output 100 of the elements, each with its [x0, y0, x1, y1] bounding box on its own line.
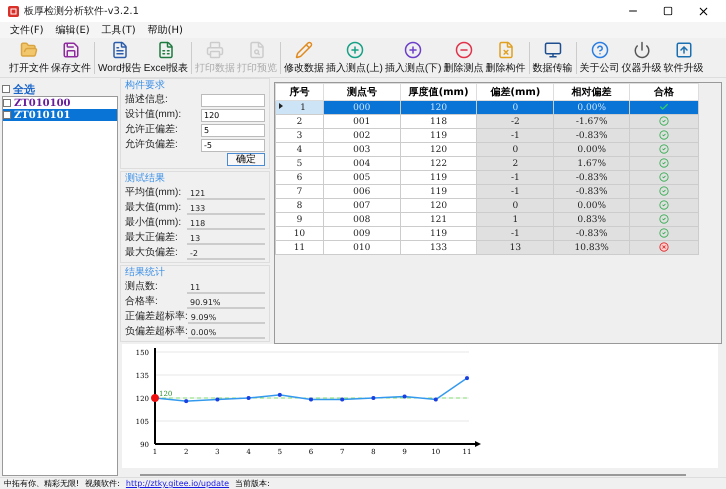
data-point: [434, 398, 438, 402]
column-header[interactable]: 厚度值(mm): [400, 84, 477, 100]
document-search-icon: [248, 40, 266, 58]
maximize-icon[interactable]: [663, 6, 673, 16]
result-value: 121: [187, 186, 265, 200]
table-cell: 008: [323, 212, 400, 226]
data-point: [340, 398, 344, 402]
plus-circle-icon: [404, 40, 422, 58]
table-cell: 3: [276, 128, 324, 142]
field-label: 描述信息:: [125, 94, 169, 106]
table-cell: 010: [323, 240, 400, 254]
spreadsheet-icon: [156, 40, 175, 58]
column-header[interactable]: 测点号: [323, 84, 400, 100]
table-cell: 1: [276, 100, 324, 114]
folder-icon: [20, 40, 38, 58]
toolbar-button[interactable]: 保存文件: [50, 40, 92, 74]
toolbar-button[interactable]: 仪器升级: [620, 40, 663, 74]
field-label: 负偏差超标率:: [125, 326, 188, 338]
toolbar-button[interactable]: 插入测点(上): [325, 40, 384, 74]
help-icon: [590, 40, 609, 58]
field-label: 允许正偏差:: [125, 124, 179, 136]
result-value: 118: [187, 216, 265, 230]
confirm-button[interactable]: 确定: [227, 153, 265, 166]
table-cell: -0.83%: [554, 184, 630, 198]
field-label: 最大负偏差:: [125, 247, 179, 259]
version-label: 当前版本:: [235, 478, 270, 489]
table-cell: 8: [276, 198, 324, 212]
column-header[interactable]: 相对偏差: [554, 84, 630, 100]
data-point: [278, 392, 282, 397]
table-cell: 121: [400, 212, 477, 226]
toolbar-button[interactable]: 插入测点(下): [384, 40, 443, 74]
table-cell: 007: [323, 198, 400, 212]
field-label: 平均值(mm):: [125, 187, 182, 199]
table-cell: 6: [276, 170, 324, 184]
printer-icon: [206, 40, 224, 58]
toolbar-button[interactable]: 数据传输: [532, 40, 574, 74]
toolbar-button[interactable]: 软件升级: [662, 40, 705, 74]
table-cell: 2: [276, 114, 324, 128]
input-field[interactable]: -5: [201, 138, 265, 152]
toolbar-button[interactable]: 删除构件: [484, 40, 527, 74]
table-cell: 119: [400, 128, 477, 142]
data-point: [402, 394, 407, 398]
result-value: 133: [187, 202, 265, 214]
power-icon: [632, 40, 651, 58]
table-cell: 13: [476, 240, 554, 254]
menu-item[interactable]: 工具(T): [98, 23, 140, 37]
result-value: 9.09%: [188, 310, 265, 324]
checkbox[interactable]: [2, 85, 10, 93]
table-cell: -1: [476, 128, 554, 142]
column-header[interactable]: 序号: [276, 84, 324, 100]
data-point: [246, 396, 251, 400]
table-cell: 003: [323, 142, 400, 156]
field-label: 设计值(mm):: [125, 109, 182, 121]
table-cell: 0: [476, 142, 554, 156]
table-cell: 1.67%: [554, 156, 630, 170]
close-icon[interactable]: [696, 4, 710, 18]
table-cell: 119: [400, 226, 477, 240]
result-value: 11: [187, 280, 265, 294]
result-value: 90.91%: [187, 296, 265, 308]
table-cell: 119: [400, 170, 477, 184]
data-point: [184, 399, 188, 404]
table-cell: 5: [276, 156, 324, 170]
field-label: 最小值(mm):: [125, 217, 182, 229]
table-cell: 005: [323, 170, 400, 184]
slogan-text: 中拓有你、精彩无限!: [4, 478, 80, 489]
toolbar-button[interactable]: 修改数据: [283, 40, 326, 74]
table-cell: 0.00%: [554, 100, 630, 114]
data-point: [465, 376, 469, 380]
input-field[interactable]: [201, 94, 265, 106]
field-label: 合格率:: [125, 296, 159, 308]
checkbox[interactable]: [3, 99, 11, 107]
minus-circle-icon: [454, 40, 473, 58]
table-cell: 004: [323, 156, 400, 170]
column-header[interactable]: 合格: [630, 84, 698, 100]
toolbar-button[interactable]: Word报告: [97, 40, 143, 74]
column-header[interactable]: 偏差(mm): [476, 84, 554, 100]
list-item[interactable]: ZT010100: [3, 97, 117, 109]
table-cell: 1: [476, 212, 554, 226]
input-field[interactable]: 120: [201, 108, 265, 122]
toolbar-button[interactable]: 删除测点: [442, 40, 485, 74]
list-item[interactable]: ZT010101: [3, 109, 117, 121]
input-field[interactable]: 5: [201, 124, 265, 136]
group-title: 结果统计: [125, 266, 166, 279]
data-point: [309, 398, 313, 402]
field-label: 最大值(mm):: [125, 202, 182, 214]
table-cell: -0.83%: [554, 170, 630, 184]
menu-item[interactable]: 文件(F): [6, 23, 48, 37]
menu-item[interactable]: 编辑(E): [52, 23, 94, 37]
update-link[interactable]: http://ztky.gitee.io/update: [126, 479, 230, 488]
checkbox[interactable]: [3, 111, 11, 119]
toolbar-button[interactable]: Excel报表: [142, 40, 190, 74]
word-document-icon: [110, 40, 129, 58]
table-cell: 10: [276, 226, 324, 240]
table-cell: 009: [323, 226, 400, 240]
toolbar-button[interactable]: 关于公司: [578, 40, 621, 74]
document-x-icon: [496, 40, 515, 58]
table-cell: 2: [476, 156, 554, 170]
toolbar-button[interactable]: 打开文件: [8, 40, 50, 74]
menu-item[interactable]: 帮助(H): [144, 23, 187, 37]
result-value: 13: [187, 232, 265, 244]
